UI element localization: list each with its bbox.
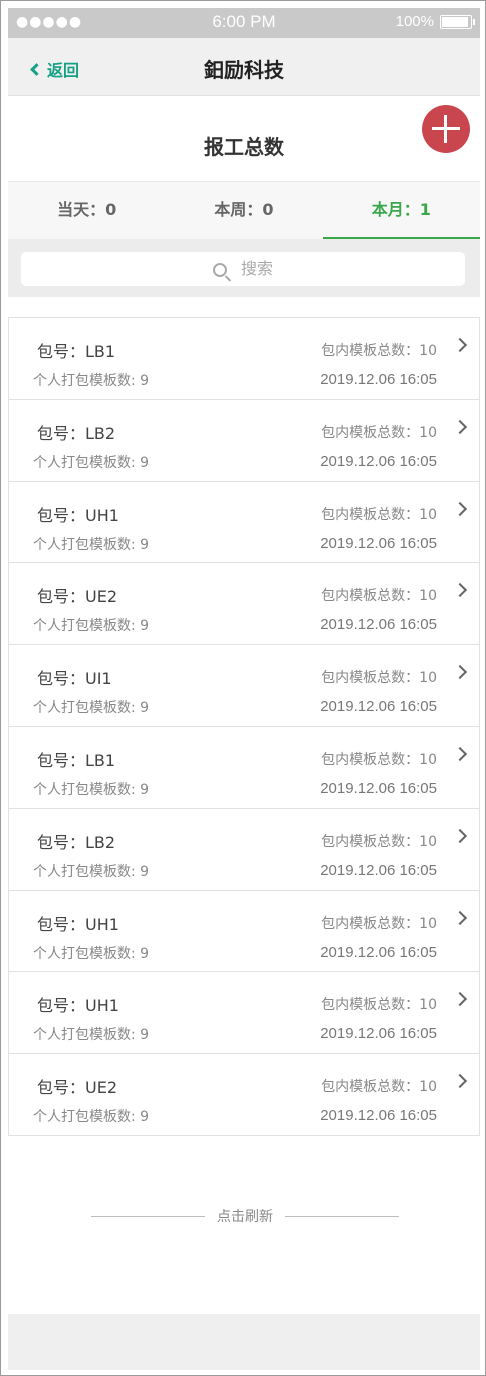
package-number: 包号：LB2 xyxy=(37,423,116,443)
phone-frame: ●●●●● 6:00 PM 100% 返回 鈤励科技 报工总数 当天：0 本周：… xyxy=(0,0,486,1376)
divider xyxy=(285,1215,399,1217)
chevron-right-icon xyxy=(452,419,468,434)
package-number: 包号：UH1 xyxy=(37,996,119,1016)
package-number: 包号：LB1 xyxy=(37,342,116,361)
chevron-right-icon xyxy=(452,910,468,925)
search-placeholder: 搜索 xyxy=(240,259,273,278)
total-count: 包内模板总数：10 xyxy=(321,506,437,523)
list-item[interactable]: 包号：UE2 个人打包模板数: 9 包内模板总数：10 2019.12.06 1… xyxy=(9,1054,479,1136)
package-number: 包号：UH1 xyxy=(37,505,119,525)
search-input[interactable]: 搜索 xyxy=(21,252,465,286)
personal-count: 个人打包模板数: 9 xyxy=(33,700,150,717)
total-count: 包内模板总数：10 xyxy=(321,670,437,687)
package-number: 包号：UE2 xyxy=(37,1078,118,1098)
battery-icon xyxy=(440,14,475,29)
chevron-right-icon xyxy=(452,337,468,353)
chevron-right-icon xyxy=(452,583,468,598)
personal-count: 个人打包模板数: 9 xyxy=(33,536,150,553)
search-icon xyxy=(212,262,227,277)
list-item[interactable]: 包号：LB2 个人打包模板数: 9 包内模板总数：10 2019.12.06 1… xyxy=(9,808,479,891)
list-item[interactable]: 包号：UE2 个人打包模板数: 9 包内模板总数：10 2019.12.06 1… xyxy=(9,563,479,646)
list-item[interactable]: 包号：UH1 个人打包模板数: 9 包内模板总数：10 2019.12.06 1… xyxy=(9,972,479,1055)
nav-bar: 返回 鈤励科技 xyxy=(8,38,480,96)
list-item[interactable]: 包号：LB1 个人打包模板数: 9 包内模板总数：10 2019.12.06 1… xyxy=(9,318,479,400)
timestamp: 2019.12.06 16:05 xyxy=(320,1025,437,1043)
timestamp: 2019.12.06 16:05 xyxy=(320,1107,437,1125)
package-number: 包号：LB2 xyxy=(37,832,116,852)
tab-today[interactable]: 当天：0 xyxy=(8,182,165,239)
total-count: 包内模板总数：10 xyxy=(321,915,437,932)
page-title: 鈤励科技 xyxy=(204,58,284,82)
timestamp: 2019.12.06 16:05 xyxy=(320,371,437,388)
total-count: 包内模板总数：10 xyxy=(321,997,437,1014)
personal-count: 个人打包模板数: 9 xyxy=(33,1109,150,1126)
add-button[interactable] xyxy=(422,105,470,153)
total-count: 包内模板总数：10 xyxy=(321,833,437,850)
battery-status: 100% xyxy=(395,13,475,30)
list-item[interactable]: 包号：LB1 个人打包模板数: 9 包内模板总数：10 2019.12.06 1… xyxy=(9,726,479,809)
personal-count: 个人打包模板数: 9 xyxy=(33,454,150,471)
divider xyxy=(91,1215,205,1217)
chevron-right-icon xyxy=(452,746,468,762)
package-number: 包号：UI1 xyxy=(37,669,112,689)
personal-count: 个人打包模板数: 9 xyxy=(33,863,150,880)
total-count: 包内模板总数：10 xyxy=(321,751,437,768)
tab-bar: 当天：0 本周：0 本月：1 xyxy=(8,181,480,239)
chevron-right-icon xyxy=(452,501,468,516)
refresh-button[interactable]: 点击刷新 xyxy=(91,1206,399,1226)
total-count: 包内模板总数：10 xyxy=(321,1079,437,1096)
tab-month[interactable]: 本月：1 xyxy=(322,182,480,239)
personal-count: 个人打包模板数: 9 xyxy=(33,373,150,389)
personal-count: 个人打包模板数: 9 xyxy=(33,781,150,798)
chevron-right-icon xyxy=(452,828,468,843)
list-item[interactable]: 包号：UH1 个人打包模板数: 9 包内模板总数：10 2019.12.06 1… xyxy=(9,481,479,564)
total-count: 包内模板总数：10 xyxy=(321,424,437,441)
tab-week[interactable]: 本周：0 xyxy=(165,182,322,239)
list-item[interactable]: 包号：UI1 个人打包模板数: 9 包内模板总数：10 2019.12.06 1… xyxy=(9,645,479,727)
refresh-label: 点击刷新 xyxy=(217,1209,273,1225)
total-count: 包内模板总数：10 xyxy=(321,343,437,359)
timestamp: 2019.12.06 16:05 xyxy=(320,779,437,797)
personal-count: 个人打包模板数: 9 xyxy=(33,945,150,962)
timestamp: 2019.12.06 16:05 xyxy=(320,698,437,716)
status-bar: ●●●●● 6:00 PM 100% xyxy=(8,8,480,38)
list-item[interactable]: 包号：LB2 个人打包模板数: 9 包内模板总数：10 2019.12.06 1… xyxy=(9,399,479,482)
section-title: 报工总数 xyxy=(204,135,284,159)
personal-count: 个人打包模板数: 9 xyxy=(33,1027,150,1044)
list-item[interactable]: 包号：UH1 个人打包模板数: 9 包内模板总数：10 2019.12.06 1… xyxy=(9,890,479,973)
chevron-right-icon xyxy=(452,1074,468,1089)
package-number: 包号：UH1 xyxy=(37,914,119,934)
total-count: 包内模板总数：10 xyxy=(321,588,437,605)
timestamp: 2019.12.06 16:05 xyxy=(320,861,437,879)
chevron-right-icon xyxy=(452,665,468,680)
battery-text: 100% xyxy=(395,13,434,30)
timestamp: 2019.12.06 16:05 xyxy=(320,943,437,961)
package-number: 包号：UE2 xyxy=(37,587,118,607)
package-number: 包号：LB1 xyxy=(37,750,116,770)
timestamp: 2019.12.06 16:05 xyxy=(320,616,437,634)
personal-count: 个人打包模板数: 9 xyxy=(33,618,150,635)
search-bar: 搜索 xyxy=(8,239,480,297)
chevron-right-icon xyxy=(452,992,468,1007)
timestamp: 2019.12.06 16:05 xyxy=(320,452,437,470)
record-list: 包号：LB1 个人打包模板数: 9 包内模板总数：10 2019.12.06 1… xyxy=(8,317,480,1136)
timestamp: 2019.12.06 16:05 xyxy=(320,534,437,552)
bottom-bar xyxy=(8,1314,480,1370)
